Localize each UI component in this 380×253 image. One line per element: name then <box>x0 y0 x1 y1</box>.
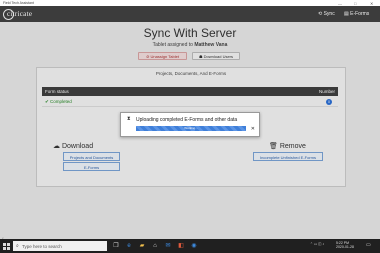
edge-icon[interactable]: e <box>125 242 133 250</box>
task-view-icon[interactable]: ❐ <box>112 242 120 250</box>
search-placeholder: Type here to search <box>22 243 62 249</box>
clock[interactable]: 5:22 PM 2020-01-28 <box>336 241 354 249</box>
progress-bar: Working... <box>136 126 246 131</box>
upload-dialog: ⧗ Uploading completed E-Forms and other … <box>120 112 260 137</box>
nav-eforms[interactable]: ▤ E-Forms <box>344 11 369 17</box>
dialog-message: Uploading completed E-Forms and other da… <box>136 117 238 123</box>
taskbar: ⌕ Type here to search ❐ e ▰ ⌂ ✉ ◧ ◉ ⌃ ▭ … <box>0 239 380 253</box>
document-icon: ▤ <box>344 10 349 17</box>
nav-sync[interactable]: ⟲ Sync <box>318 11 335 17</box>
nav-sync-label: Sync <box>323 10 335 17</box>
window-title: Field Tech Assistant <box>3 1 34 5</box>
nav-eforms-label: E-Forms <box>350 10 370 17</box>
windows-start-icon[interactable] <box>3 242 10 250</box>
maximize-button[interactable]: □ <box>354 1 356 6</box>
close-window-button[interactable]: ✕ <box>370 1 373 6</box>
notification-icon[interactable]: ▭ <box>366 242 371 248</box>
hourglass-icon: ⧗ <box>127 116 131 122</box>
progress-label: Working... <box>184 126 198 130</box>
taskbar-search[interactable]: ⌕ Type here to search <box>13 241 107 251</box>
search-icon: ⌕ <box>16 243 19 249</box>
logo: citricate <box>7 9 33 18</box>
store-icon[interactable]: ⌂ <box>151 242 159 250</box>
office-icon[interactable]: ◧ <box>177 242 185 250</box>
sync-icon: ⟲ <box>318 10 323 17</box>
close-icon[interactable]: ✕ <box>251 126 255 132</box>
tray-icons[interactable]: ⌃ ▭ ◫ ♪ <box>310 242 324 246</box>
mail-icon[interactable]: ✉ <box>164 242 172 250</box>
clock-date: 2020-01-28 <box>336 245 354 249</box>
minimize-button[interactable]: — <box>338 1 342 6</box>
app-icon[interactable]: ◉ <box>190 242 198 250</box>
file-explorer-icon[interactable]: ▰ <box>138 242 146 250</box>
app-header: citricate ⟲ Sync ▤ E-Forms <box>0 6 380 22</box>
